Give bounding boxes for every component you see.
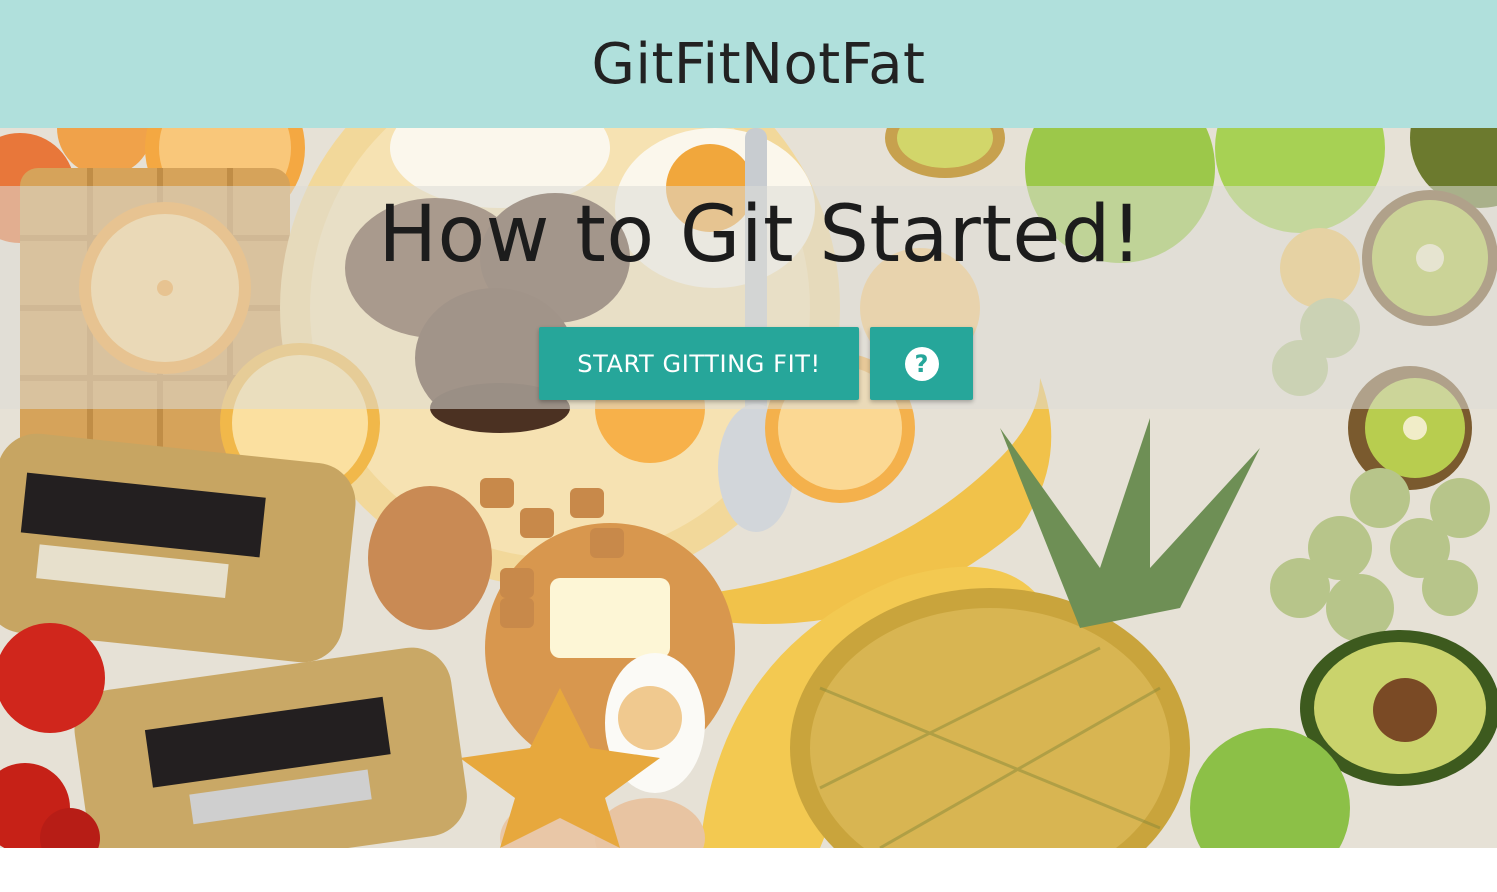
question-circle-icon: ? bbox=[904, 346, 939, 381]
hero-heading: How to Git Started! bbox=[378, 190, 1143, 280]
help-button[interactable]: ? bbox=[870, 327, 973, 400]
app-header: GitFitNotFat bbox=[0, 0, 1497, 128]
start-gitting-fit-button[interactable]: START GITTING FIT! bbox=[539, 327, 859, 400]
hero-section: How to Git Started! START GITTING FIT! ? bbox=[0, 128, 1497, 848]
page-below-fold bbox=[0, 848, 1497, 892]
app-title: GitFitNotFat bbox=[591, 31, 926, 97]
